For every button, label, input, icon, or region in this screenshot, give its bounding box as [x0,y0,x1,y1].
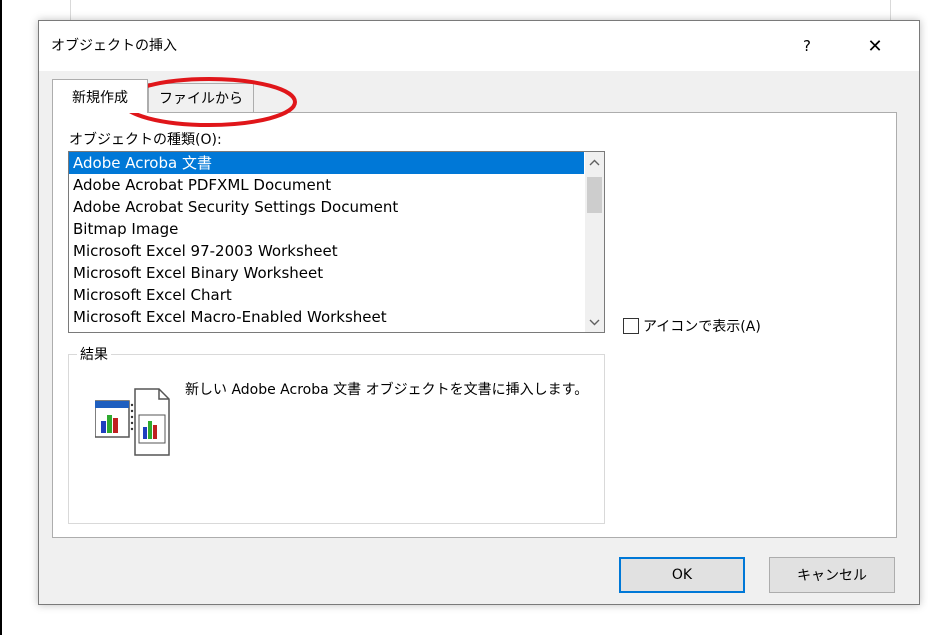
list-item[interactable]: Microsoft Excel Macro-Enabled Worksheet [69,306,584,328]
background-page-edge [0,0,2,635]
list-item[interactable]: Adobe Acroba 文書 [69,152,584,174]
title-bar: オブジェクトの挿入 ? ✕ [39,21,919,71]
object-type-label: オブジェクトの種類(O): [69,132,222,148]
display-as-icon-label: アイコンで表示(A) [643,319,761,335]
list-item[interactable]: Microsoft Excel Binary Worksheet [69,262,584,284]
tab-new[interactable]: 新規作成 [52,79,148,113]
result-legend: 結果 [77,344,111,364]
result-description: 新しい Adobe Acroba 文書 オブジェクトを文書に挿入します。 [185,382,589,398]
object-type-items: Adobe Acroba 文書 Adobe Acrobat PDFXML Doc… [69,152,584,328]
list-item[interactable]: Microsoft Excel 97-2003 Worksheet [69,240,584,262]
result-group: 結果 新しい Adobe Acroba 文書 オブジェクトを文書に挿入します。 [68,344,605,524]
insert-object-dialog: オブジェクトの挿入 ? ✕ 新規作成 ファイルから オブジェクトの種類(O): … [38,20,920,605]
background-line [890,0,891,20]
tab-panel-new: オブジェクトの種類(O): Adobe Acroba 文書 Adobe Acro… [52,112,897,538]
tab-from-file[interactable]: ファイルから [148,83,254,112]
help-button[interactable]: ? [783,21,831,71]
list-item[interactable]: Adobe Acrobat PDFXML Document [69,174,584,196]
list-item[interactable]: Microsoft Excel Chart [69,284,584,306]
background-line [70,0,71,20]
close-button[interactable]: ✕ [851,21,899,71]
insert-object-result-icon [94,385,175,459]
listbox-scrollbar[interactable] [585,152,604,332]
ok-button[interactable]: OK [619,557,745,593]
object-type-listbox[interactable]: Adobe Acroba 文書 Adobe Acrobat PDFXML Doc… [68,151,605,333]
list-item[interactable]: Bitmap Image [69,218,584,240]
list-item[interactable]: Adobe Acrobat Security Settings Document [69,196,584,218]
display-as-icon-option[interactable]: アイコンで表示(A) [623,316,761,336]
chevron-up-icon[interactable] [585,152,604,172]
scrollbar-thumb[interactable] [587,177,602,213]
dialog-title: オブジェクトの挿入 [51,38,177,54]
cancel-button[interactable]: キャンセル [769,557,895,593]
chevron-down-icon[interactable] [585,312,604,332]
display-as-icon-checkbox[interactable] [623,318,639,334]
